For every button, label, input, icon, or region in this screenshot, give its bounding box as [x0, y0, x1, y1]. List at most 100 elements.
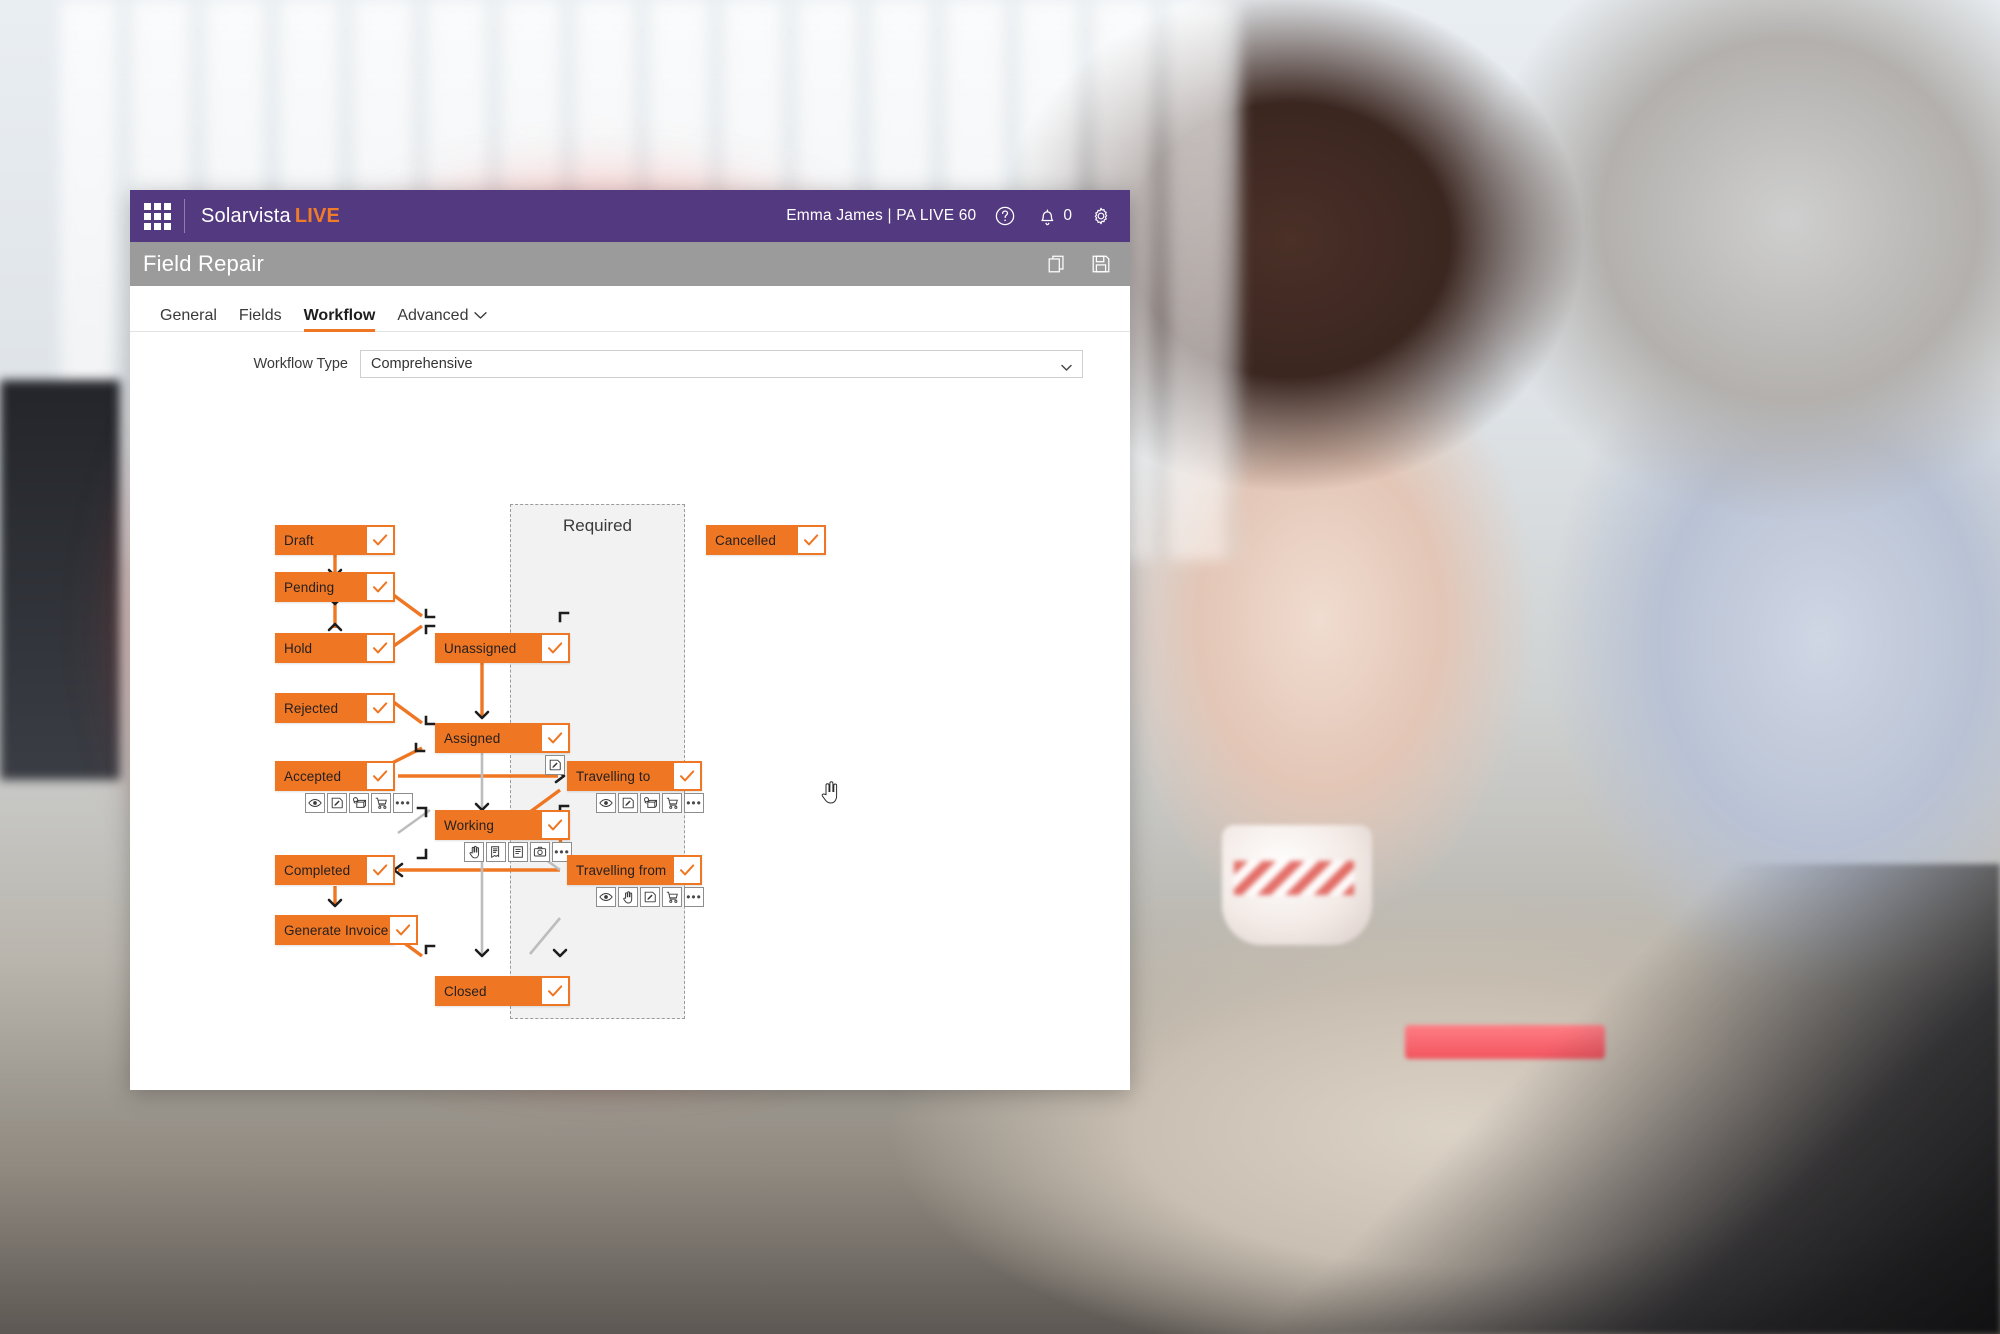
- eye-icon[interactable]: [305, 793, 325, 813]
- workflow-type-label: Workflow Type: [253, 356, 348, 372]
- node-checkbox[interactable]: [796, 525, 826, 555]
- node-checkbox[interactable]: [365, 572, 395, 602]
- workflow-node-accepted[interactable]: Accepted: [275, 761, 395, 791]
- hand-icon[interactable]: [618, 887, 638, 907]
- node-checkbox[interactable]: [365, 855, 395, 885]
- topbar-right-group: Emma James | PA LIVE 60 0: [786, 203, 1130, 229]
- camera-icon[interactable]: [530, 842, 550, 862]
- gear-icon[interactable]: [1088, 203, 1114, 229]
- brand-logo[interactable]: Solarvista LIVE: [185, 205, 340, 228]
- parts-box-icon[interactable]: [349, 793, 369, 813]
- workflow-node-completed[interactable]: Completed: [275, 855, 395, 885]
- workflow-node-travelling-to[interactable]: Travelling to: [567, 761, 702, 791]
- notifications-button[interactable]: 0: [1034, 203, 1072, 229]
- node-checkbox[interactable]: [365, 761, 395, 791]
- workflow-type-value: Comprehensive: [371, 356, 473, 372]
- workflow-node-working[interactable]: Working: [435, 810, 570, 840]
- workflow-node-unassigned[interactable]: Unassigned: [435, 633, 570, 663]
- help-circle-icon[interactable]: [992, 203, 1018, 229]
- copy-icon[interactable]: [1044, 251, 1070, 277]
- more-dots-glyph: •••: [686, 890, 702, 904]
- node-checkbox[interactable]: [672, 761, 702, 791]
- node-checkbox[interactable]: [365, 633, 395, 663]
- receipt-icon[interactable]: [486, 842, 506, 862]
- travelling-from-action-icons: •••: [596, 887, 704, 907]
- record-actions: [1044, 251, 1114, 277]
- edit-note-icon[interactable]: [640, 887, 660, 907]
- workflow-node-travelling-from[interactable]: Travelling from: [567, 855, 702, 885]
- signature-hand-icon[interactable]: [464, 842, 484, 862]
- workflow-node-draft[interactable]: Draft: [275, 525, 395, 555]
- brand-suffix: LIVE: [294, 204, 341, 227]
- parts-box-icon[interactable]: [640, 793, 660, 813]
- workflow-node-cancelled[interactable]: Cancelled: [706, 525, 826, 555]
- workflow-node-generate-invoice[interactable]: Generate Invoice: [275, 915, 419, 945]
- document-icon[interactable]: [508, 842, 528, 862]
- record-header-bar: Field Repair: [130, 242, 1130, 286]
- edit-note-icon[interactable]: [327, 793, 347, 813]
- save-floppy-icon[interactable]: [1088, 251, 1114, 277]
- workflow-node-hold[interactable]: Hold: [275, 633, 395, 663]
- chevron-down-icon: [1061, 360, 1072, 376]
- workflow-node-rejected[interactable]: Rejected: [275, 693, 395, 723]
- more-dots-icon[interactable]: •••: [684, 887, 704, 907]
- background-highlighter: [1405, 1025, 1605, 1059]
- trolley-icon[interactable]: [662, 793, 682, 813]
- node-label: Completed: [284, 862, 351, 878]
- top-navigation-bar: SolarvistaLIVE Emma James | PA LIVE 60: [130, 190, 1130, 242]
- node-label: Travelling from: [576, 862, 667, 878]
- node-label: Working: [444, 817, 494, 833]
- node-checkbox[interactable]: [388, 915, 419, 945]
- eye-icon[interactable]: [596, 887, 616, 907]
- chevron-down-icon: [474, 307, 488, 325]
- tab-fields[interactable]: Fields: [239, 307, 282, 331]
- tab-general[interactable]: General: [160, 307, 217, 331]
- more-dots-glyph: •••: [686, 796, 702, 810]
- tab-fields-label: Fields: [238, 307, 282, 324]
- user-account-label[interactable]: Emma James | PA LIVE 60: [786, 207, 976, 225]
- node-checkbox[interactable]: [365, 525, 395, 555]
- brand-name: Solarvista: [201, 204, 291, 227]
- node-checkbox[interactable]: [540, 810, 570, 840]
- accepted-action-icons: •••: [305, 793, 413, 813]
- more-dots-icon[interactable]: •••: [393, 793, 413, 813]
- node-checkbox[interactable]: [365, 693, 395, 723]
- more-dots-glyph: •••: [395, 796, 411, 810]
- more-dots-icon[interactable]: •••: [684, 793, 704, 813]
- workflow-type-select[interactable]: Comprehensive: [360, 350, 1083, 378]
- node-checkbox[interactable]: [540, 976, 570, 1006]
- form-tabs: General Fields Workflow Advanced: [130, 286, 1130, 332]
- node-label: Travelling to: [576, 768, 651, 784]
- tab-advanced[interactable]: Advanced: [397, 307, 488, 331]
- node-checkbox[interactable]: [540, 633, 570, 663]
- node-label: Accepted: [284, 768, 342, 784]
- assigned-action-icons: [545, 755, 565, 775]
- workflow-node-closed[interactable]: Closed: [435, 976, 570, 1006]
- app-window: SolarvistaLIVE Emma James | PA LIVE 60: [130, 190, 1130, 1090]
- tab-workflow[interactable]: Workflow: [303, 307, 376, 332]
- workflow-node-assigned[interactable]: Assigned: [435, 723, 570, 753]
- edit-note-icon[interactable]: [618, 793, 638, 813]
- notification-count: 0: [1063, 207, 1072, 224]
- edit-note-icon[interactable]: [545, 755, 565, 775]
- required-group-label: Required: [563, 516, 632, 535]
- node-label: Draft: [284, 532, 314, 548]
- tab-general-label: General: [160, 307, 217, 324]
- app-grid-glyph: [143, 202, 171, 230]
- tab-workflow-label: Workflow: [303, 307, 376, 324]
- eye-icon[interactable]: [596, 793, 616, 813]
- travelling-to-action-icons: •••: [596, 793, 704, 813]
- node-label: Pending: [284, 579, 335, 595]
- node-label: Unassigned: [444, 640, 517, 656]
- workflow-type-row: Workflow Type Comprehensive: [130, 332, 1130, 378]
- workflow-node-pending[interactable]: Pending: [275, 572, 395, 602]
- trolley-icon[interactable]: [371, 793, 391, 813]
- node-checkbox[interactable]: [540, 723, 570, 753]
- node-label: Rejected: [284, 700, 339, 716]
- node-checkbox[interactable]: [672, 855, 702, 885]
- trolley-icon[interactable]: [662, 887, 682, 907]
- tab-advanced-label: Advanced: [397, 307, 469, 324]
- background-mug: [1222, 825, 1372, 945]
- app-grid-icon[interactable]: [130, 190, 184, 242]
- mouse-cursor-hand-icon: [820, 780, 840, 811]
